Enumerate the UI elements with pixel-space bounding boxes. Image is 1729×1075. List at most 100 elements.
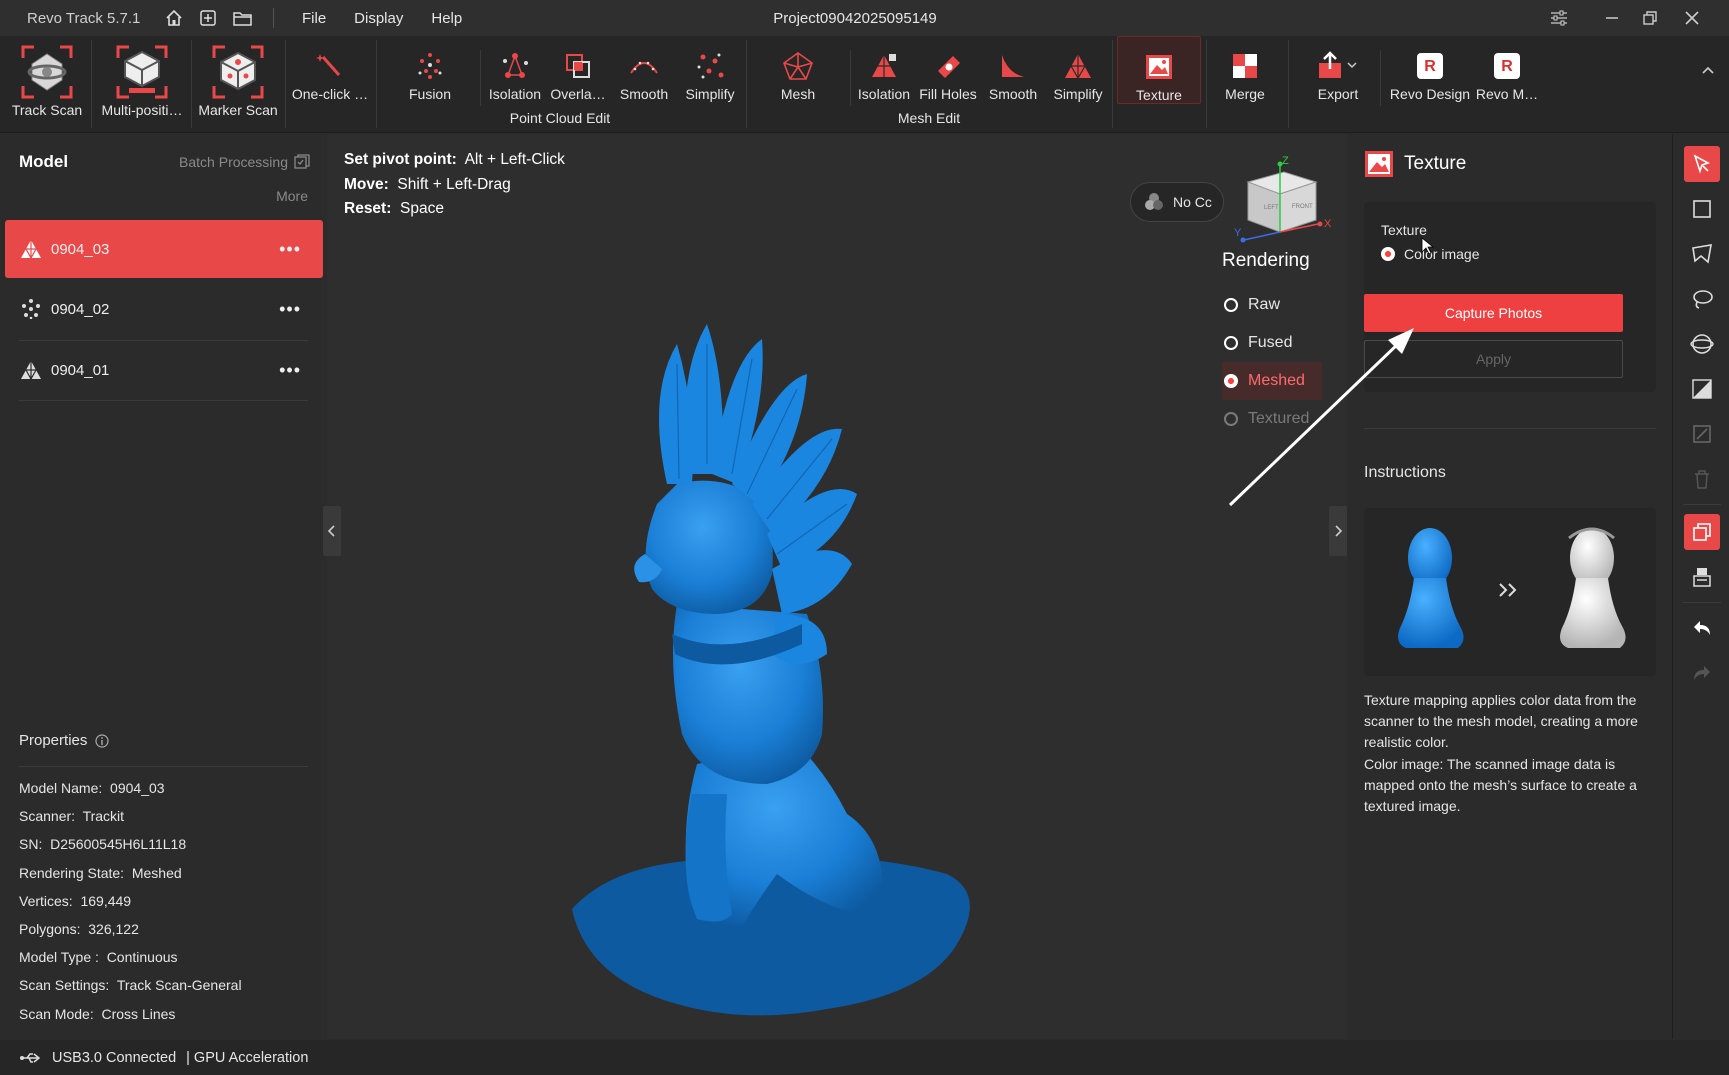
restore-icon[interactable] bbox=[1638, 6, 1662, 30]
invert-select-button[interactable] bbox=[1684, 416, 1720, 452]
property-value: D25600545H6L11L18 bbox=[50, 836, 187, 853]
polygon-select-button[interactable] bbox=[1684, 236, 1720, 272]
divider bbox=[91, 40, 92, 128]
mesh-smooth-button[interactable]: Smooth bbox=[983, 40, 1043, 120]
close-icon[interactable] bbox=[1680, 6, 1704, 30]
property-value: 169,449 bbox=[80, 892, 132, 909]
more-link[interactable]: More bbox=[276, 188, 308, 204]
model-more-icon[interactable]: ••• bbox=[279, 299, 301, 320]
pc-smooth-button[interactable]: Smooth bbox=[614, 40, 674, 120]
pc-simplify-button[interactable]: Simplify bbox=[678, 40, 742, 120]
property-key: Model Name: bbox=[19, 780, 103, 796]
export-button[interactable]: Export bbox=[1305, 40, 1371, 120]
radio-indicator bbox=[1224, 412, 1238, 426]
lasso-select-button[interactable] bbox=[1684, 281, 1720, 317]
3d-viewport[interactable]: Set pivot point: Alt + Left-Click Move: … bbox=[323, 134, 1347, 1039]
revo-measure-button[interactable]: R Revo M… bbox=[1474, 40, 1540, 120]
texture-panel: Texture Texture Color image Capture Phot… bbox=[1348, 134, 1672, 1039]
rendering-title: Rendering bbox=[1222, 250, 1310, 271]
fusion-button[interactable]: Fusion bbox=[400, 40, 460, 120]
marker-scan-icon bbox=[210, 42, 266, 102]
hint-value: Shift + Left-Drag bbox=[397, 175, 511, 193]
model-row[interactable]: 0904_01 ••• bbox=[5, 341, 323, 399]
rendering-raw-option[interactable]: Raw bbox=[1222, 286, 1322, 324]
rendering-textured-option[interactable]: Textured bbox=[1222, 400, 1322, 438]
apply-button[interactable]: Apply bbox=[1364, 340, 1623, 378]
collapse-left-panel[interactable] bbox=[323, 506, 341, 556]
point-cloud-edit-group: Point Cloud Edit bbox=[509, 110, 611, 126]
view-cube[interactable]: LEFT FRONT Z Y X bbox=[1234, 154, 1334, 246]
instructions-paragraph: Texture mapping applies color data from … bbox=[1364, 692, 1638, 751]
magic-wand-icon bbox=[303, 46, 357, 86]
menu-display[interactable]: Display bbox=[354, 10, 403, 27]
model-row[interactable]: 0904_02 ••• bbox=[5, 280, 323, 338]
mesh-model-icon bbox=[19, 237, 43, 261]
property-key: Scan Mode: bbox=[19, 1005, 94, 1022]
new-project-icon[interactable] bbox=[197, 7, 219, 29]
menu-help[interactable]: Help bbox=[431, 10, 462, 27]
scanned-model[interactable] bbox=[527, 314, 987, 1034]
pc-isolation-button[interactable]: Isolation bbox=[484, 40, 546, 120]
mesh-button[interactable]: Mesh bbox=[768, 40, 828, 120]
rendering-option-label: Raw bbox=[1248, 296, 1281, 313]
navigation-hints: Set pivot point: Alt + Left-Click Move: … bbox=[344, 148, 565, 222]
scanner-view-button[interactable] bbox=[1684, 559, 1720, 595]
texture-icon bbox=[1365, 151, 1393, 177]
rect-select-button[interactable] bbox=[1684, 191, 1720, 227]
color-circles-icon bbox=[1145, 193, 1163, 210]
collapse-right-panel[interactable] bbox=[1329, 506, 1347, 556]
marker-scan-button[interactable]: Marker Scan bbox=[196, 42, 280, 122]
property-row: Model Name: 0904_03 bbox=[19, 774, 242, 802]
settings-sliders-icon[interactable] bbox=[1547, 6, 1571, 30]
overlap-label: Overla… bbox=[550, 86, 606, 102]
pointer-select-button[interactable] bbox=[1684, 146, 1720, 182]
batch-processing-label: Batch Processing bbox=[179, 154, 288, 170]
track-scan-button[interactable]: Track Scan bbox=[10, 42, 84, 122]
revo-design-button[interactable]: R Revo Design bbox=[1388, 40, 1472, 120]
instructions-title: Instructions bbox=[1364, 464, 1446, 481]
axis-z-label: Z bbox=[1282, 155, 1289, 167]
overlap-button[interactable]: Overla… bbox=[548, 40, 608, 120]
sphere-select-button[interactable] bbox=[1684, 326, 1720, 362]
redo-button[interactable] bbox=[1684, 655, 1720, 691]
texture-label: Texture bbox=[1381, 222, 1427, 238]
info-icon[interactable] bbox=[95, 733, 109, 748]
mesh-smooth-label: Smooth bbox=[988, 86, 1038, 102]
minimize-icon[interactable] bbox=[1600, 6, 1624, 30]
divider bbox=[746, 40, 747, 128]
multi-position-button[interactable]: Multi-positi… bbox=[97, 42, 187, 122]
point-cloud-model-icon bbox=[19, 297, 43, 321]
mesh-simplify-button[interactable]: Simplify bbox=[1046, 40, 1110, 120]
texture-panel-title: Texture bbox=[1404, 153, 1467, 174]
fill-holes-label: Fill Holes bbox=[919, 86, 977, 102]
texture-button[interactable]: Texture bbox=[1117, 36, 1201, 104]
menu-file[interactable]: File bbox=[302, 10, 326, 27]
usb-status: USB3.0 Connected bbox=[52, 1049, 177, 1066]
delete-button[interactable] bbox=[1684, 461, 1720, 497]
show-selected-button[interactable] bbox=[1684, 514, 1720, 550]
fill-holes-button[interactable]: Fill Holes bbox=[915, 40, 981, 120]
plane-select-button[interactable] bbox=[1684, 371, 1720, 407]
collapse-ribbon-icon[interactable] bbox=[1700, 62, 1720, 82]
mesh-isolation-button[interactable]: Isolation bbox=[853, 40, 915, 120]
home-icon[interactable] bbox=[163, 7, 185, 29]
rendering-meshed-option[interactable]: Meshed bbox=[1222, 362, 1322, 400]
property-row: Rendering State: Meshed bbox=[19, 859, 242, 887]
rendering-fused-option[interactable]: Fused bbox=[1222, 324, 1322, 362]
capture-photos-button[interactable]: Capture Photos bbox=[1364, 294, 1623, 332]
mesh-isolation-icon bbox=[857, 46, 911, 86]
model-panel-title: Model bbox=[19, 152, 69, 171]
open-folder-icon[interactable] bbox=[231, 7, 253, 29]
batch-processing-button[interactable]: Batch Processing bbox=[179, 154, 310, 170]
model-more-icon[interactable]: ••• bbox=[279, 360, 301, 381]
axis-y-label: Y bbox=[1234, 227, 1242, 239]
model-more-icon[interactable]: ••• bbox=[279, 239, 301, 260]
undo-icon bbox=[1694, 621, 1710, 635]
no-color-toggle[interactable]: No Cc bbox=[1130, 182, 1224, 222]
merge-button[interactable]: Merge bbox=[1215, 40, 1275, 120]
ribbon-toolbar: Track Scan Multi-positi… Marker Scan One… bbox=[0, 36, 1729, 133]
undo-button[interactable] bbox=[1684, 610, 1720, 646]
model-row[interactable]: 0904_03 ••• bbox=[5, 220, 323, 278]
fill-holes-icon bbox=[921, 46, 975, 86]
one-click-button[interactable]: One-click … bbox=[290, 40, 370, 120]
